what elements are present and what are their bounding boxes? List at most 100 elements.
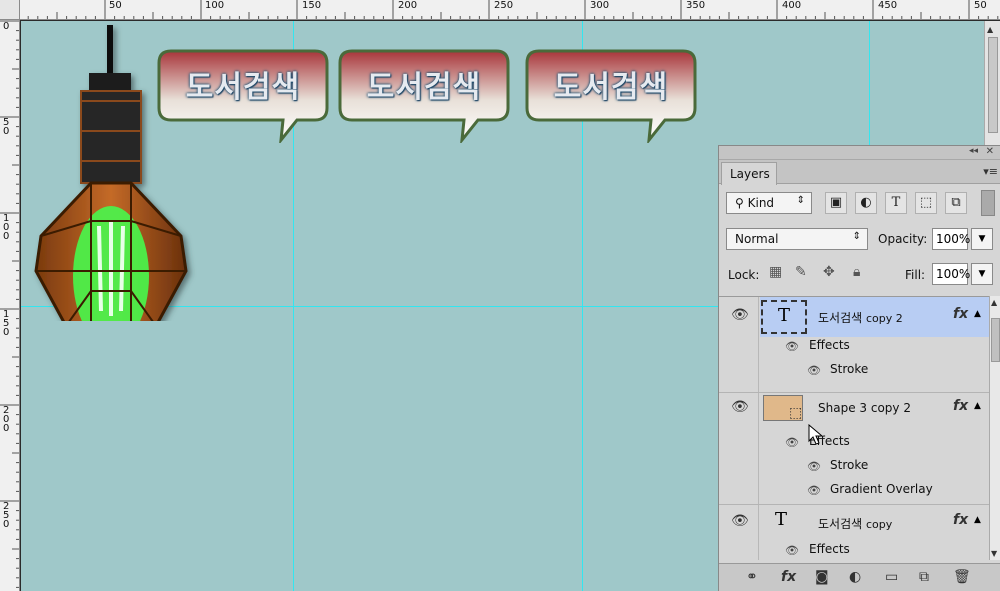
- speech-bubble[interactable]: 도서검색: [525, 48, 697, 143]
- opacity-input[interactable]: 100%: [932, 228, 970, 250]
- layer-name[interactable]: 도서검색 copy: [818, 515, 892, 532]
- speech-bubble[interactable]: 도서검색: [157, 48, 329, 143]
- ruler-label: 350: [686, 0, 706, 11]
- eye-icon[interactable]: 👁︎: [785, 340, 799, 353]
- fill-input[interactable]: 100%: [932, 263, 970, 285]
- eye-icon[interactable]: 👁︎: [807, 484, 821, 497]
- trash-icon[interactable]: 🗑︎: [953, 569, 971, 585]
- filter-adjustment-icon[interactable]: ◐: [855, 192, 877, 214]
- panel-tabbar: Layers ▾≡: [719, 160, 1000, 185]
- close-icon[interactable]: ✕: [986, 146, 994, 157]
- effect-item: Stroke: [830, 362, 869, 376]
- ruler-label: 50: [109, 0, 122, 11]
- updown-arrow-icon: ⇕: [852, 231, 861, 242]
- collapse-icon[interactable]: ◂◂: [969, 146, 978, 156]
- eye-icon[interactable]: 👁︎: [731, 399, 749, 415]
- eye-icon[interactable]: 👁︎: [731, 307, 749, 323]
- ruler-label: 200: [398, 0, 418, 11]
- ruler-label: 100: [3, 213, 10, 242]
- scroll-down-arrow-icon[interactable]: ▼: [991, 549, 997, 558]
- layer-name[interactable]: 도서검색 copy 2: [818, 309, 903, 326]
- layer-row[interactable]: 👁︎ ⬚ Shape 3 copy 2 fx ▲ 👁︎ Effects 👁︎ S…: [719, 393, 989, 505]
- opacity-label: Opacity:: [878, 232, 928, 246]
- scroll-thumb[interactable]: [991, 318, 1000, 362]
- filter-toggle[interactable]: [981, 190, 995, 216]
- layer-row[interactable]: 👁︎ T 도서검색 copy fx ▲ 👁︎ Effects: [719, 505, 989, 560]
- updown-arrow-icon: ⇕: [796, 195, 805, 206]
- top-ruler[interactable]: 50 100 150 200 250 300 350 400 450 50: [0, 0, 1000, 20]
- scroll-up-arrow-icon[interactable]: ▲: [991, 298, 997, 307]
- effect-item: Gradient Overlay: [830, 482, 933, 496]
- collapse-arrow-icon[interactable]: ▲: [974, 401, 981, 411]
- effects-label: Effects: [809, 542, 850, 556]
- ruler-label: 250: [3, 501, 10, 530]
- ruler-label: 300: [590, 0, 610, 11]
- ruler-label: 250: [494, 0, 514, 11]
- eye-icon[interactable]: 👁︎: [785, 436, 799, 449]
- opacity-dropdown[interactable]: ▼: [971, 228, 993, 250]
- layer-name[interactable]: Shape 3 copy 2: [818, 401, 911, 415]
- layers-scrollbar[interactable]: ▲ ▼: [989, 296, 1000, 560]
- layers-list: 👁︎ T 도서검색 copy 2 fx ▲ 👁︎ Effects 👁︎ Stro…: [719, 296, 989, 560]
- layer-name-suffix: copy 2: [866, 312, 903, 325]
- lock-brush-icon[interactable]: ✎: [795, 264, 807, 280]
- lock-label: Lock:: [728, 268, 760, 282]
- speech-bubble[interactable]: 도서검색: [338, 48, 510, 143]
- filter-kind-value: Kind: [747, 196, 775, 210]
- panel-titlebar: ◂◂ ✕: [719, 146, 1000, 160]
- new-layer-icon[interactable]: ⧉: [919, 569, 929, 585]
- filter-smartobject-icon[interactable]: ⧉: [945, 192, 967, 214]
- eye-icon[interactable]: 👁︎: [785, 544, 799, 557]
- layers-footer: ⚭ fx ◙ ◐ ▭ ⧉ 🗑︎: [719, 563, 1000, 591]
- vector-mask-icon: ⬚: [789, 405, 803, 421]
- fill-dropdown[interactable]: ▼: [971, 263, 993, 285]
- eye-icon[interactable]: 👁︎: [731, 513, 749, 529]
- eye-icon[interactable]: 👁︎: [807, 460, 821, 473]
- blend-mode-select[interactable]: Normal ⇕: [726, 228, 868, 250]
- layer-row[interactable]: 👁︎ T 도서검색 copy 2 fx ▲ 👁︎ Effects 👁︎ Stro…: [719, 297, 989, 393]
- type-thumbnail-icon[interactable]: T: [775, 509, 787, 530]
- ruler-label: 150: [3, 309, 10, 338]
- layers-panel: ◂◂ ✕ Layers ▾≡ ⚲ Kind ⇕ ▣ ◐ T ⬚ ⧉ Normal…: [718, 145, 1000, 591]
- collapse-arrow-icon[interactable]: ▲: [974, 309, 981, 319]
- tab-layers[interactable]: Layers: [721, 162, 777, 185]
- ruler-label: 50: [974, 0, 987, 11]
- blend-mode-value: Normal: [735, 232, 779, 246]
- new-group-folder-icon[interactable]: ▭: [885, 569, 898, 585]
- search-icon: ⚲: [735, 196, 748, 210]
- layer-name-main: 도서검색: [818, 517, 863, 531]
- type-thumbnail-icon[interactable]: T: [761, 300, 807, 334]
- scroll-up-arrow-icon[interactable]: ▲: [987, 25, 993, 34]
- scroll-thumb[interactable]: [988, 37, 998, 133]
- lock-transparent-icon[interactable]: ▦: [769, 264, 782, 280]
- link-icon[interactable]: ⚭: [746, 569, 758, 585]
- add-style-fx-icon[interactable]: fx: [781, 569, 796, 585]
- adjustment-layer-icon[interactable]: ◐: [849, 569, 861, 585]
- filter-type-icon[interactable]: T: [885, 192, 907, 214]
- effects-label: Effects: [809, 338, 850, 352]
- fx-icon[interactable]: fx: [953, 398, 968, 414]
- left-ruler[interactable]: 0 50 100 150 200 250: [0, 20, 20, 591]
- fill-label: Fill:: [905, 268, 926, 282]
- layer-name-suffix: copy: [866, 518, 893, 531]
- lock-all-icon[interactable]: 🔒︎: [853, 264, 860, 280]
- photoshop-window: 50 100 150 200 250 300 350 400 450 50 0 …: [0, 0, 1000, 591]
- panel-menu-icon[interactable]: ▾≡: [983, 165, 998, 178]
- ruler-label: 0: [3, 21, 10, 32]
- ruler-label: 100: [205, 0, 225, 11]
- fx-icon[interactable]: fx: [953, 512, 968, 528]
- eye-icon[interactable]: 👁︎: [807, 364, 821, 377]
- ruler-label: 50: [3, 117, 10, 137]
- add-mask-icon[interactable]: ◙: [815, 569, 829, 585]
- lock-move-icon[interactable]: ✥: [823, 264, 835, 280]
- filter-shape-icon[interactable]: ⬚: [915, 192, 937, 214]
- filter-pixel-icon[interactable]: ▣: [825, 192, 847, 214]
- bubble-text: 도서검색: [366, 70, 482, 105]
- filter-kind-select[interactable]: ⚲ Kind ⇕: [726, 192, 812, 214]
- canvas-scrollbar[interactable]: ▲: [984, 21, 1000, 145]
- ruler-label: 150: [302, 0, 322, 11]
- ruler-label: 400: [782, 0, 802, 11]
- collapse-arrow-icon[interactable]: ▲: [974, 515, 981, 525]
- mouse-cursor-icon: [808, 424, 824, 445]
- fx-icon[interactable]: fx: [953, 306, 968, 322]
